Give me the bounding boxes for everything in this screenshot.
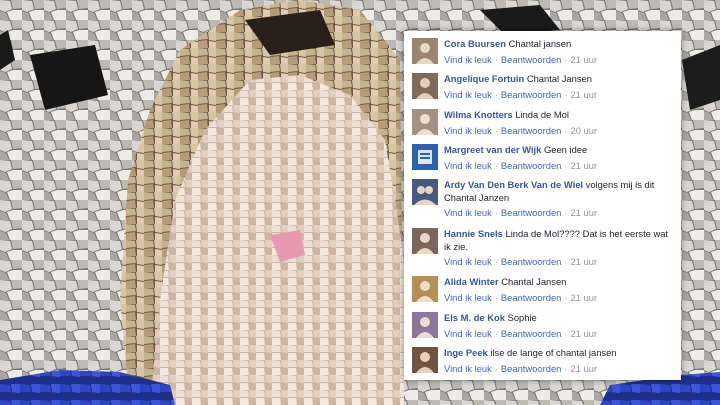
comment-text: Sophie xyxy=(507,312,537,323)
avatar[interactable] xyxy=(412,312,438,338)
like-link[interactable]: Vind ik leuk xyxy=(444,125,492,136)
like-link[interactable]: Vind ik leuk xyxy=(444,160,492,171)
like-link[interactable]: Vind ik leuk xyxy=(444,207,492,218)
comment-text: Chantal jansen xyxy=(508,38,572,49)
comment-text: Chantal Jansen xyxy=(501,276,567,287)
reply-link[interactable]: Beantwoorden xyxy=(501,256,561,267)
like-link[interactable]: Vind ik leuk xyxy=(444,256,492,267)
avatar[interactable] xyxy=(412,276,438,302)
comment-item: Margreet van der Wijk Geen idee Vind ik … xyxy=(412,144,677,172)
comment-text: ilse de lange of chantal jansen xyxy=(490,347,617,358)
like-link[interactable]: Vind ik leuk xyxy=(444,54,492,65)
reply-link[interactable]: Beantwoorden xyxy=(501,89,561,100)
reply-link[interactable]: Beantwoorden xyxy=(501,363,561,374)
commenter-name[interactable]: Ardy Van Den Berk Van de Wiel xyxy=(444,179,583,190)
comment-item: Inge Peek ilse de lange of chantal janse… xyxy=(412,347,677,375)
reply-link[interactable]: Beantwoorden xyxy=(501,54,561,65)
comment-item: Wilma Knotters Linda de Mol Vind ik leuk… xyxy=(412,109,677,137)
avatar[interactable] xyxy=(412,144,438,170)
commenter-name[interactable]: Alida Winter xyxy=(444,276,499,287)
comment-item: Angelique Fortuin Chantal Jansen Vind ik… xyxy=(412,73,677,101)
like-link[interactable]: Vind ik leuk xyxy=(444,292,492,303)
avatar[interactable] xyxy=(412,179,438,205)
reply-link[interactable]: Beantwoorden xyxy=(501,328,561,339)
avatar[interactable] xyxy=(412,109,438,135)
comment-text: Geen idee xyxy=(543,144,588,155)
commenter-name[interactable]: Margreet van der Wijk xyxy=(444,144,541,155)
commenter-name[interactable]: Wilma Knotters xyxy=(444,109,513,120)
timestamp[interactable]: 21 uur xyxy=(571,207,598,218)
like-link[interactable]: Vind ik leuk xyxy=(444,89,492,100)
commenter-name[interactable]: Els M. de Kok xyxy=(444,312,505,323)
comment-text: Linda de Mol xyxy=(515,109,569,120)
comment-item: Cora Buursen Chantal jansen Vind ik leuk… xyxy=(412,38,677,66)
avatar[interactable] xyxy=(412,38,438,64)
timestamp[interactable]: 21 uur xyxy=(571,89,598,100)
avatar[interactable] xyxy=(412,347,438,373)
commenter-name[interactable]: Cora Buursen xyxy=(444,38,506,49)
commenter-name[interactable]: Angelique Fortuin xyxy=(444,73,524,84)
timestamp[interactable]: 21 uur xyxy=(571,292,598,303)
reply-link[interactable]: Beantwoorden xyxy=(501,160,561,171)
comment-text: Chantal Jansen xyxy=(526,73,592,84)
commenter-name[interactable]: Hannie Snels xyxy=(444,228,503,239)
like-link[interactable]: Vind ik leuk xyxy=(444,328,492,339)
avatar[interactable] xyxy=(412,73,438,99)
reply-link[interactable]: Beantwoorden xyxy=(501,125,561,136)
commenter-name[interactable]: Inge Peek xyxy=(444,347,488,358)
timestamp[interactable]: 21 uur xyxy=(571,54,598,65)
timestamp[interactable]: 20 uur xyxy=(571,125,598,136)
reply-link[interactable]: Beantwoorden xyxy=(501,292,561,303)
timestamp[interactable]: 21 uur xyxy=(571,256,598,267)
comment-item: Ardy Van Den Berk Van de Wiel volgens mi… xyxy=(412,179,677,220)
timestamp[interactable]: 21 uur xyxy=(571,160,598,171)
reply-link[interactable]: Beantwoorden xyxy=(501,207,561,218)
timestamp[interactable]: 21 uur xyxy=(571,328,598,339)
comments-panel: Cora Buursen Chantal jansen Vind ik leuk… xyxy=(404,31,681,380)
like-link[interactable]: Vind ik leuk xyxy=(444,363,492,374)
comment-item: Els M. de Kok Sophie Vind ik leuk · Beantw… xyxy=(412,312,677,340)
timestamp[interactable]: 21 uur xyxy=(571,363,598,374)
comment-item: Alida Winter Chantal Jansen Vind ik leuk… xyxy=(412,276,677,304)
avatar[interactable] xyxy=(412,228,438,254)
comment-item: Hannie Snels Linda de Mol???? Dat is het… xyxy=(412,228,677,269)
